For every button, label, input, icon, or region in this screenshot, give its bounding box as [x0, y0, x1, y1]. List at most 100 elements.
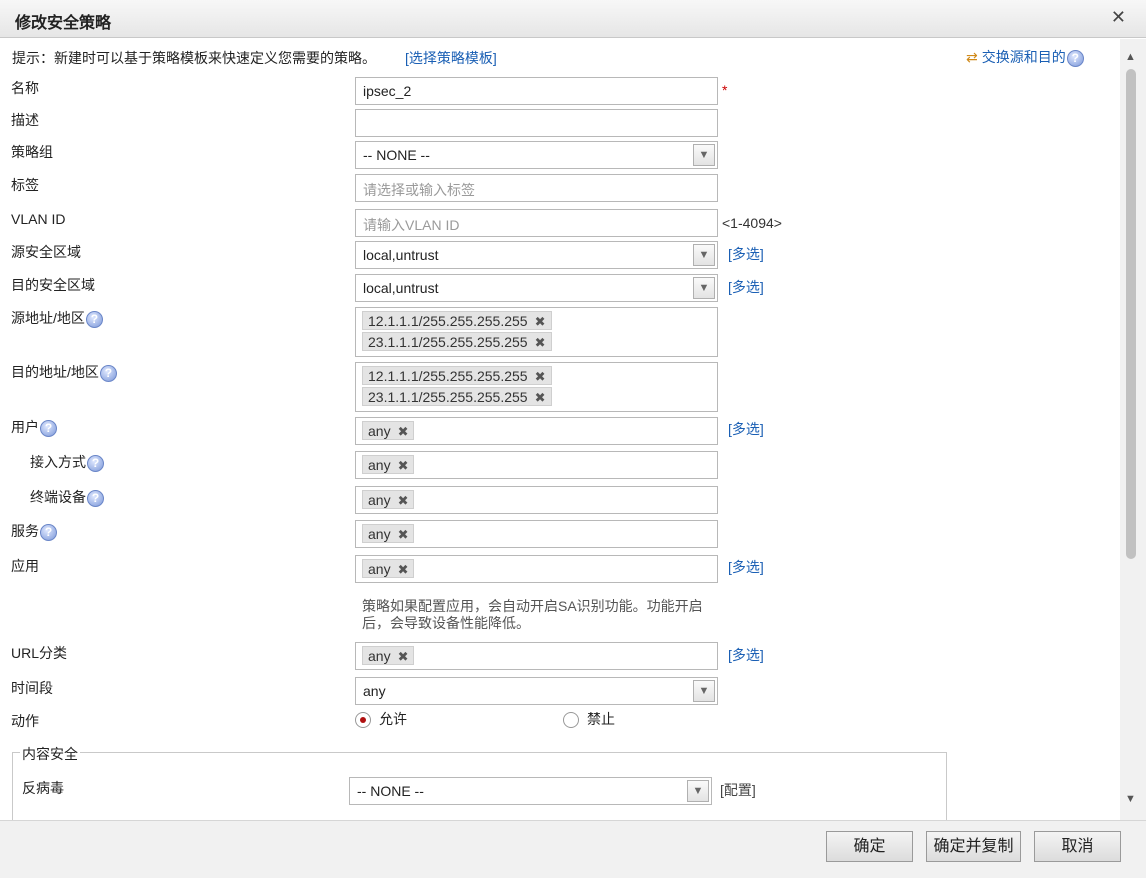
time-select[interactable]: any ▼: [355, 677, 718, 705]
content-security-legend: 内容安全: [20, 744, 80, 764]
src-addr-tag: 12.1.1.1/255.255.255.255 ✖: [362, 311, 552, 330]
scroll-up-icon[interactable]: ▲: [1125, 51, 1136, 63]
url-multi-link[interactable]: [多选]: [728, 645, 764, 665]
dialog-title: 修改安全策略: [15, 15, 112, 32]
ok-button[interactable]: 确定: [826, 831, 913, 862]
cancel-button[interactable]: 取消: [1034, 831, 1121, 862]
help-icon[interactable]: ?: [87, 454, 104, 472]
tag-text: any: [368, 561, 391, 577]
tag-text: 23.1.1.1/255.255.255.255: [368, 334, 528, 350]
scrollbar-thumb[interactable]: [1126, 69, 1136, 559]
policy-group-select[interactable]: -- NONE -- ▼: [355, 141, 718, 169]
src-addr-tag: 23.1.1.1/255.255.255.255 ✖: [362, 332, 552, 351]
action-label: 动作: [11, 713, 39, 729]
vlan-label: VLAN ID: [11, 211, 66, 227]
dst-zone-select[interactable]: local,untrust ▼: [355, 274, 718, 302]
access-label: 接入方式?: [30, 452, 104, 472]
dst-addr-tag: 23.1.1.1/255.255.255.255 ✖: [362, 387, 552, 406]
name-input[interactable]: ipsec_2: [355, 77, 718, 105]
remove-tag-icon[interactable]: ✖: [398, 649, 409, 664]
user-tagbox[interactable]: any ✖: [355, 417, 718, 445]
dst-zone-value: local,untrust: [363, 280, 439, 296]
antivirus-config-link[interactable]: [配置]: [720, 780, 756, 800]
radio-icon[interactable]: [563, 712, 579, 729]
dst-zone-label: 目的安全区域: [11, 277, 95, 293]
tag-text: any: [368, 457, 391, 473]
name-label: 名称: [11, 80, 39, 96]
remove-tag-icon[interactable]: ✖: [398, 424, 409, 439]
dialog-titlebar: 修改安全策略 ✕: [0, 0, 1146, 38]
tag-text: 12.1.1.1/255.255.255.255: [368, 368, 528, 384]
user-tag: any ✖: [362, 421, 415, 440]
access-tagbox[interactable]: any ✖: [355, 451, 718, 479]
dst-addr-tag: 12.1.1.1/255.255.255.255 ✖: [362, 366, 552, 385]
service-tag: any ✖: [362, 524, 415, 543]
dialog-footer: 确定 确定并复制 取消: [0, 820, 1146, 878]
desc-input[interactable]: [355, 109, 718, 137]
app-multi-link[interactable]: [多选]: [728, 557, 764, 577]
app-hint-line2: 后，会导致设备性能降低。: [362, 615, 530, 631]
desc-label: 描述: [11, 112, 39, 128]
chevron-down-icon[interactable]: ▼: [693, 277, 715, 299]
url-tagbox[interactable]: any ✖: [355, 642, 718, 670]
dst-addr-label-text: 目的地址/地区: [11, 364, 99, 380]
service-tagbox[interactable]: any ✖: [355, 520, 718, 548]
dst-addr-tagbox[interactable]: 12.1.1.1/255.255.255.255 ✖ 23.1.1.1/255.2…: [355, 362, 718, 412]
policy-group-value: -- NONE --: [363, 147, 430, 163]
src-addr-label-text: 源地址/地区: [11, 310, 85, 326]
dst-zone-multi-link[interactable]: [多选]: [728, 277, 764, 297]
help-icon[interactable]: ?: [99, 364, 117, 382]
remove-tag-icon[interactable]: ✖: [398, 458, 409, 473]
terminal-tagbox[interactable]: any ✖: [355, 486, 718, 514]
app-tagbox[interactable]: any ✖: [355, 555, 718, 583]
help-icon[interactable]: ?: [1066, 49, 1084, 67]
chevron-down-icon[interactable]: ▼: [693, 144, 715, 166]
select-template-link[interactable]: [选择策略模板]: [405, 48, 497, 68]
app-label: 应用: [11, 558, 39, 574]
remove-tag-icon[interactable]: ✖: [398, 527, 409, 542]
help-icon[interactable]: ?: [85, 310, 103, 328]
ok-copy-button[interactable]: 确定并复制: [926, 831, 1021, 862]
app-tag: any ✖: [362, 559, 415, 578]
terminal-label: 终端设备?: [30, 487, 104, 507]
tag-label: 标签: [11, 177, 39, 193]
help-icon[interactable]: ?: [40, 523, 57, 541]
terminal-label-text: 终端设备: [30, 489, 86, 505]
help-icon[interactable]: ?: [40, 419, 57, 437]
tag-text: any: [368, 492, 391, 508]
chevron-down-icon[interactable]: ▼: [687, 780, 709, 802]
antivirus-select[interactable]: -- NONE -- ▼: [349, 777, 712, 805]
action-deny-radio[interactable]: 禁止: [563, 709, 615, 729]
required-mark: *: [722, 82, 728, 98]
vlan-range-hint: <1-4094>: [722, 215, 782, 231]
src-zone-value: local,untrust: [363, 247, 439, 263]
remove-tag-icon[interactable]: ✖: [535, 335, 546, 350]
remove-tag-icon[interactable]: ✖: [535, 314, 546, 329]
vertical-scrollbar[interactable]: ▲ ▼: [1120, 39, 1146, 820]
user-label-text: 用户: [11, 419, 39, 435]
url-tag: any ✖: [362, 646, 415, 665]
action-allow-radio[interactable]: 允许: [355, 709, 407, 729]
src-addr-tagbox[interactable]: 12.1.1.1/255.255.255.255 ✖ 23.1.1.1/255.2…: [355, 307, 718, 357]
src-zone-multi-link[interactable]: [多选]: [728, 244, 764, 264]
access-tag: any ✖: [362, 455, 415, 474]
url-label: URL分类: [11, 645, 68, 661]
scroll-down-icon[interactable]: ▼: [1125, 793, 1136, 805]
tip-text: 提示：新建时可以基于策略模板来快速定义您需要的策略。: [12, 50, 376, 66]
remove-tag-icon[interactable]: ✖: [398, 562, 409, 577]
close-icon[interactable]: ✕: [1111, 7, 1126, 28]
remove-tag-icon[interactable]: ✖: [535, 369, 546, 384]
radio-selected-icon[interactable]: [355, 712, 371, 729]
remove-tag-icon[interactable]: ✖: [535, 390, 546, 405]
swap-src-dst-link[interactable]: ⇄ 交换源和目的?: [966, 47, 1084, 67]
chevron-down-icon[interactable]: ▼: [693, 244, 715, 266]
chevron-down-icon[interactable]: ▼: [693, 680, 715, 702]
src-zone-select[interactable]: local,untrust ▼: [355, 241, 718, 269]
service-label: 服务?: [11, 521, 57, 541]
time-label: 时间段: [11, 680, 53, 696]
user-multi-link[interactable]: [多选]: [728, 419, 764, 439]
vlan-input[interactable]: 请输入VLAN ID: [355, 209, 718, 237]
remove-tag-icon[interactable]: ✖: [398, 493, 409, 508]
tag-input[interactable]: 请选择或输入标签: [355, 174, 718, 202]
help-icon[interactable]: ?: [87, 489, 104, 507]
